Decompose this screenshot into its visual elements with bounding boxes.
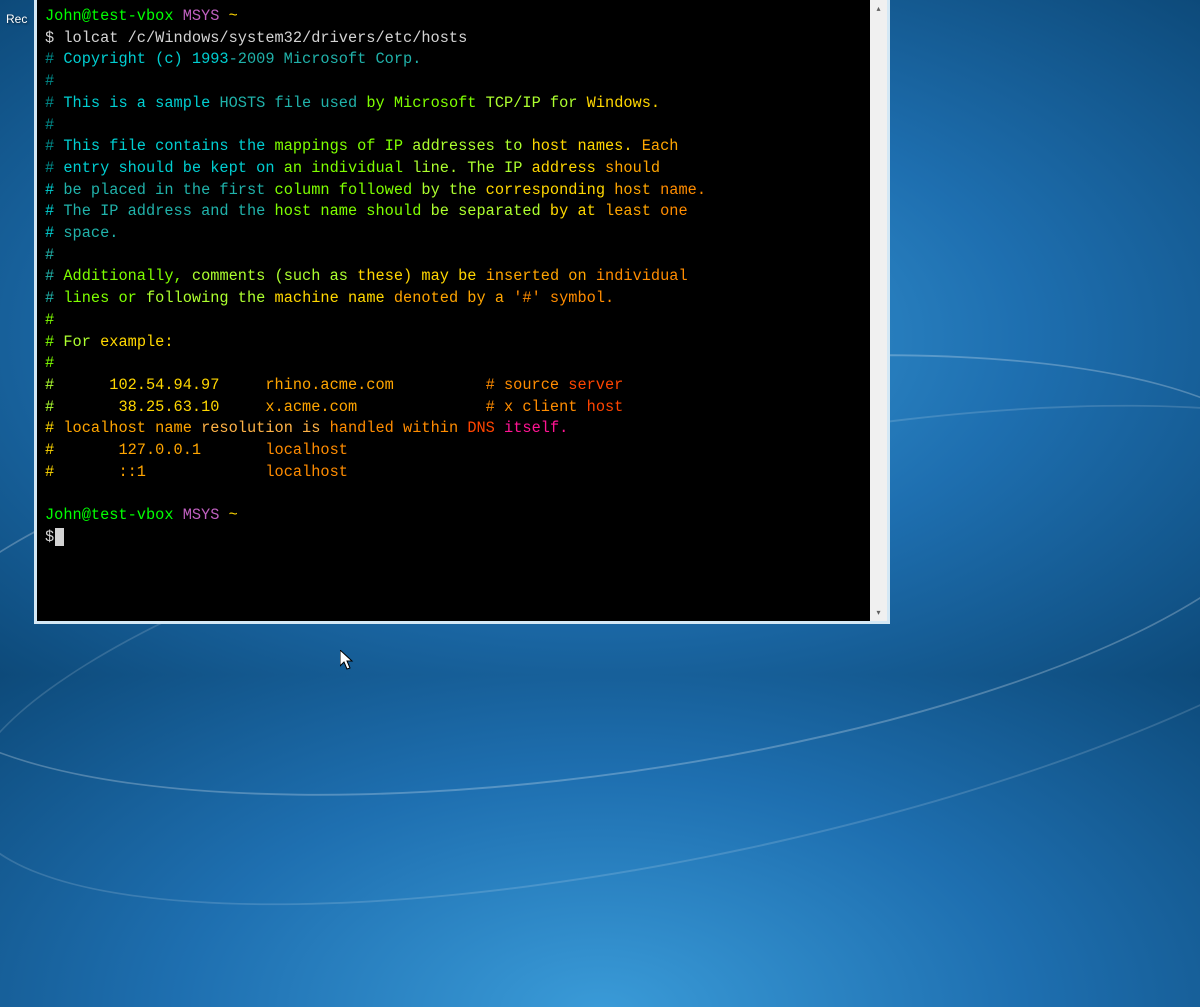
output-line-5: # This file contains the mappings of IP … [45,136,862,158]
prompt-user-2: John@test-vbox [45,506,174,524]
output-line-12: # lines or following the machine name de… [45,288,862,310]
l1c: -2009 Microsoft Corp. [229,50,422,68]
output-line-20: # 127.0.0.1 localhost [45,440,862,462]
output-line-4: # [45,115,862,137]
prompt-symbol-2: $ [45,528,54,546]
output-line-15: # [45,353,862,375]
prompt-user: John@test-vbox [45,7,174,25]
prompt-line-2: John@test-vbox MSYS ~ [45,505,862,527]
output-line-17: # 38.25.63.10 x.acme.com # x client host [45,397,862,419]
output-line-14: # For example: [45,332,862,354]
input-line[interactable]: $ [45,527,862,549]
command-line: $ lolcat /c/Windows/system32/drivers/etc… [45,28,862,50]
output-line-13: # [45,310,862,332]
prompt-symbol: $ [45,29,54,47]
terminal-window: John@test-vbox MSYS ~ $ lolcat /c/Window… [34,0,890,624]
scroll-down-button[interactable]: ▾ [870,604,887,621]
output-line-2: # [45,71,862,93]
prompt-path-2: ~ [229,506,238,524]
l1a: # [45,50,54,68]
output-line-7: # be placed in the first column followed… [45,180,862,202]
prompt-env-2: MSYS [183,506,220,524]
output-line-9: # space. [45,223,862,245]
prompt-env: MSYS [183,7,220,25]
output-line-16: # 102.54.94.97 rhino.acme.com # source s… [45,375,862,397]
output-line-11: # Additionally, comments (such as these)… [45,266,862,288]
output-line-21: # ::1 localhost [45,462,862,484]
prompt-line-1: John@test-vbox MSYS ~ [45,6,862,28]
output-line-3: # This is a sample HOSTS file used by Mi… [45,93,862,115]
output-line-6: # entry should be kept on an individual … [45,158,862,180]
scroll-track[interactable] [870,17,887,604]
scroll-up-button[interactable]: ▴ [870,0,887,17]
scrollbar[interactable]: ▴ ▾ [870,0,887,621]
l1b: Copyright (c) 1993 [63,50,228,68]
prompt-path: ~ [229,7,238,25]
command-text: lolcat /c/Windows/system32/drivers/etc/h… [63,29,467,47]
terminal-content[interactable]: John@test-vbox MSYS ~ $ lolcat /c/Window… [37,0,870,621]
output-line-1: # Copyright (c) 1993-2009 Microsoft Corp… [45,49,862,71]
blank-line [45,483,862,505]
output-line-8: # The IP address and the host name shoul… [45,201,862,223]
output-line-10: # [45,245,862,267]
desktop-icon-label: Rec [6,12,27,26]
output-line-19: # localhost name resolution is handled w… [45,418,862,440]
cursor-icon [55,528,64,546]
